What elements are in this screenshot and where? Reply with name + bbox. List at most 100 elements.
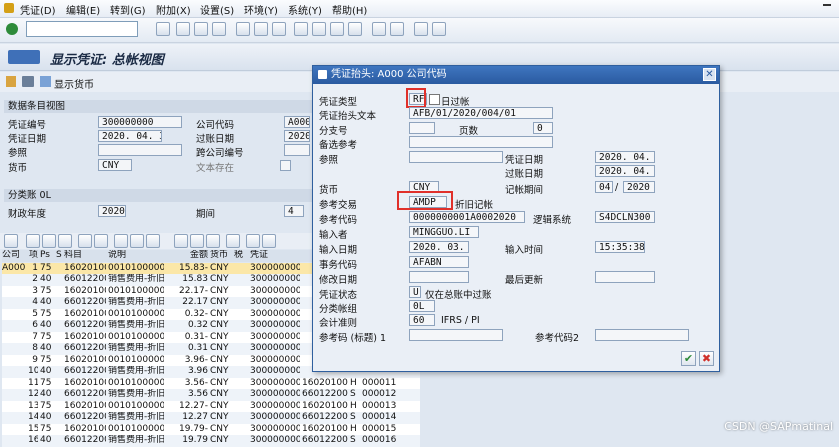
confirm-button[interactable]: ✔	[681, 351, 696, 366]
find-next-icon[interactable]	[272, 22, 286, 36]
last-page-icon[interactable]	[348, 22, 362, 36]
menu-help[interactable]: 帮助(H)	[332, 2, 367, 17]
ref-key2-field[interactable]	[595, 329, 689, 341]
period-month-field[interactable]: 04	[595, 181, 613, 193]
doc-date-field[interactable]: 2020. 04. 30	[595, 151, 655, 163]
change-icon[interactable]	[6, 76, 16, 87]
prev-page-icon[interactable]	[312, 22, 326, 36]
log-sys-field[interactable]: S4DCLN300	[595, 211, 655, 223]
grid-header-cell[interactable]: 金额	[166, 250, 208, 262]
entered-by-field[interactable]: MINGGUO.LI	[409, 226, 479, 238]
info-icon[interactable]	[246, 234, 260, 248]
sort-desc-icon[interactable]	[42, 234, 56, 248]
layout-icon[interactable]	[432, 22, 446, 36]
print-preview-icon[interactable]	[114, 234, 128, 248]
command-field[interactable]	[26, 21, 138, 37]
shortcut-icon[interactable]	[390, 22, 404, 36]
menu-extras[interactable]: 附加(X)	[156, 2, 191, 17]
export-icon[interactable]	[130, 234, 144, 248]
filter-icon[interactable]	[58, 234, 72, 248]
doc-date-field[interactable]: 2020. 04. 30	[98, 130, 162, 142]
exit-icon[interactable]	[194, 22, 208, 36]
post-date-field[interactable]: 2020. 04. 30	[595, 165, 655, 177]
changed-field[interactable]	[409, 271, 469, 283]
grid-header-cell[interactable]: 科目	[64, 250, 106, 262]
dialog-close-button[interactable]: ✕	[703, 68, 716, 81]
table-row[interactable]: 16406601220001销售费用-折旧19.79CNY30000000066…	[2, 435, 420, 447]
print-icon[interactable]	[236, 22, 250, 36]
cancel-button[interactable]: ✖	[699, 351, 714, 366]
period-year-field[interactable]: 2020	[623, 181, 655, 193]
layout-save-icon[interactable]	[206, 234, 220, 248]
cancel-icon[interactable]	[212, 22, 226, 36]
find-icon[interactable]	[254, 22, 268, 36]
grid-header-cell[interactable]: S	[56, 250, 62, 262]
grid-header-cell[interactable]: 税	[234, 250, 248, 262]
word-icon[interactable]	[146, 234, 160, 248]
period-field[interactable]: 4	[284, 205, 304, 217]
fiscal-year-field[interactable]: 2020	[98, 205, 126, 217]
grid-header-cell[interactable]: Ps	[40, 250, 54, 262]
post-date-field[interactable]: 2020. 0	[284, 130, 310, 142]
details-icon[interactable]	[4, 234, 18, 248]
company-field[interactable]: A000	[284, 116, 310, 128]
table-row[interactable]: 14406601220001销售费用-折旧12.27CNY30000000066…	[2, 412, 420, 424]
company-label: 公司代码	[196, 120, 235, 131]
grid-header-cell[interactable]: 货币	[210, 250, 232, 262]
print-icon[interactable]	[22, 76, 34, 87]
ref-field[interactable]	[98, 144, 182, 156]
branch-field[interactable]	[409, 122, 435, 134]
save-icon[interactable]	[156, 22, 170, 36]
graphic-icon[interactable]	[226, 234, 240, 248]
menu-environment[interactable]: 环境(Y)	[244, 2, 278, 17]
show-currency-button[interactable]: 显示货币	[54, 76, 94, 91]
table-row[interactable]: 1575160201000000101000000819.79-CNY30000…	[2, 423, 420, 435]
next-page-icon[interactable]	[330, 22, 344, 36]
ref-key-field[interactable]: 0000000001A0002020	[409, 211, 525, 223]
ref-field[interactable]	[409, 151, 503, 163]
menu-edit[interactable]: 编辑(E)	[66, 2, 100, 17]
entry-time-field[interactable]: 15:35:38	[595, 241, 645, 253]
table-row[interactable]: 1375160201000000101000000712.27-CNY30000…	[2, 400, 420, 412]
acct-principle-field[interactable]: 60	[409, 314, 435, 326]
back-icon[interactable]	[176, 22, 190, 36]
currency-field[interactable]: CNY	[98, 159, 132, 171]
layout-select-icon[interactable]	[190, 234, 204, 248]
ref-key1-field[interactable]	[409, 329, 503, 341]
table-cell: 16	[28, 435, 38, 445]
park-checkbox[interactable]	[429, 94, 440, 105]
entry-date-field[interactable]: 2020. 03. 27	[409, 241, 469, 253]
subtotal-icon[interactable]	[94, 234, 108, 248]
table-cell: 300000000	[250, 331, 300, 342]
new-session-icon[interactable]	[372, 22, 386, 36]
table-cell: 001010000008	[108, 423, 164, 434]
last-update-field[interactable]	[595, 271, 655, 283]
table-row[interactable]: 12406601220001销售费用-折旧3.56CNY300000000660…	[2, 389, 420, 401]
grid-header-cell[interactable]: 说明	[108, 250, 164, 262]
layout-change-icon[interactable]	[174, 234, 188, 248]
help-icon[interactable]	[414, 22, 428, 36]
doc-no-field[interactable]: 300000000	[98, 116, 182, 128]
minimize-icon[interactable]	[823, 4, 831, 6]
alt-ref-field[interactable]	[409, 136, 553, 148]
grid-header-cell[interactable]: 项	[28, 250, 38, 262]
sum-icon[interactable]	[78, 234, 92, 248]
status-field[interactable]: U	[409, 286, 421, 298]
grid-header-cell[interactable]: 公司	[2, 250, 26, 262]
currency-icon[interactable]	[40, 76, 51, 87]
menu-system[interactable]: 系统(Y)	[288, 2, 322, 17]
grid-header-cell[interactable]: 凭证	[250, 250, 300, 262]
enter-icon[interactable]	[6, 23, 18, 35]
first-page-icon[interactable]	[294, 22, 308, 36]
header-text-field[interactable]: AFB/01/2020/004/01	[409, 107, 553, 119]
cross-company-field[interactable]	[284, 144, 310, 156]
menu-document[interactable]: 凭证(D)	[20, 2, 56, 17]
ledger-group-field[interactable]: 0L	[409, 300, 435, 312]
pages-field[interactable]: 0	[533, 122, 553, 134]
tcode-field[interactable]: AFABN	[409, 256, 469, 268]
menu-settings[interactable]: 设置(S)	[200, 2, 234, 17]
sort-asc-icon[interactable]	[26, 234, 40, 248]
refresh-icon[interactable]	[262, 234, 276, 248]
table-row[interactable]: 117516020100000010100000063.56-CNY300000…	[2, 377, 420, 389]
menu-goto[interactable]: 转到(G)	[110, 2, 146, 17]
